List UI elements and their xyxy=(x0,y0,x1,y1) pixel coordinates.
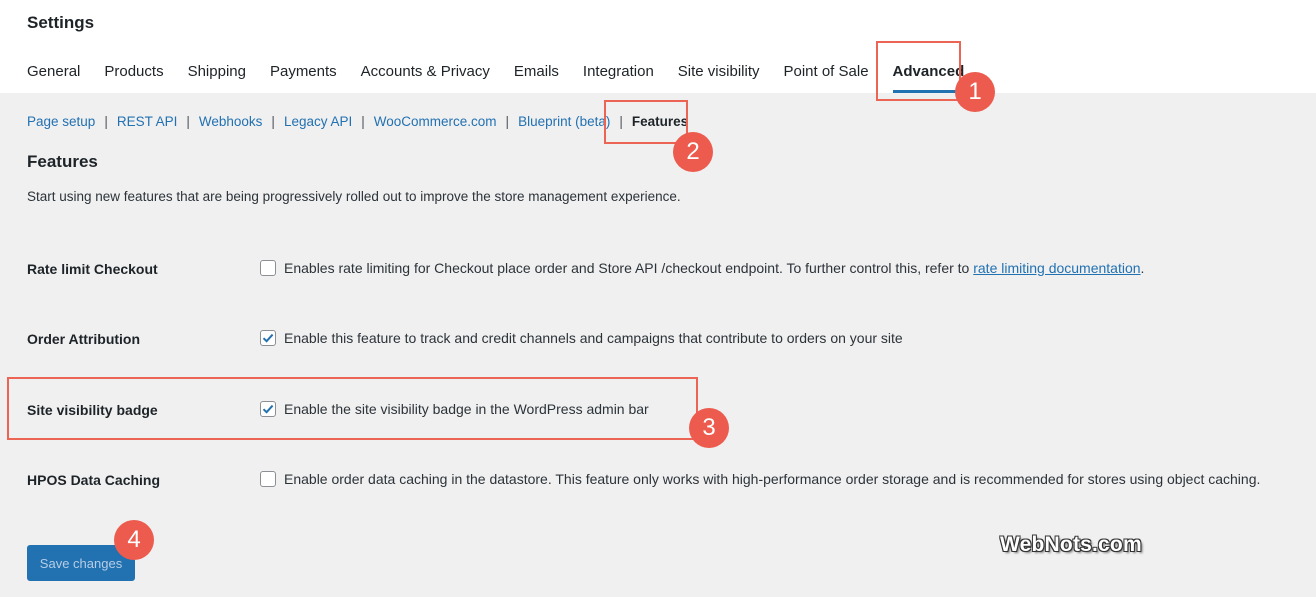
subnav-separator: | xyxy=(271,114,275,129)
tab-integration[interactable]: Integration xyxy=(583,62,654,92)
subnav-separator: | xyxy=(186,114,190,129)
tab-advanced[interactable]: Advanced xyxy=(892,62,964,93)
callout-badge-4: 4 xyxy=(114,520,154,560)
subnav-blueprint[interactable]: Blueprint (beta) xyxy=(518,114,610,129)
tab-emails[interactable]: Emails xyxy=(514,62,559,92)
advanced-subnav: Page setup | REST API | Webhooks | Legac… xyxy=(27,114,688,129)
feature-label-site-visibility-badge: Site visibility badge xyxy=(27,402,158,418)
order-attribution-description: Enable this feature to track and credit … xyxy=(284,330,903,346)
section-description: Start using new features that are being … xyxy=(27,189,681,204)
callout-badge-2: 2 xyxy=(673,132,713,172)
page-title: Settings xyxy=(27,13,95,32)
settings-header: Settings General Products Shipping Payme… xyxy=(0,0,1316,93)
feature-label-order-attribution: Order Attribution xyxy=(27,331,141,347)
site-visibility-badge-checkbox[interactable] xyxy=(260,401,276,417)
callout-badge-1: 1 xyxy=(955,72,995,112)
feature-field-site-visibility-badge: Enable the site visibility badge in the … xyxy=(260,401,649,417)
tab-point-of-sale[interactable]: Point of Sale xyxy=(783,62,868,92)
subnav-webhooks[interactable]: Webhooks xyxy=(199,114,263,129)
tab-accounts-privacy[interactable]: Accounts & Privacy xyxy=(361,62,490,92)
feature-field-hpos-caching: Enable order data caching in the datasto… xyxy=(260,471,1260,487)
subnav-rest-api[interactable]: REST API xyxy=(117,114,178,129)
rate-limit-checkbox[interactable] xyxy=(260,260,276,276)
subnav-separator: | xyxy=(104,114,108,129)
checkmark-icon xyxy=(262,404,274,414)
subnav-legacy-api[interactable]: Legacy API xyxy=(284,114,352,129)
subnav-features-current[interactable]: Features xyxy=(632,114,688,129)
rate-limit-description: Enables rate limiting for Checkout place… xyxy=(284,260,974,276)
tab-general[interactable]: General xyxy=(27,62,80,92)
subnav-separator: | xyxy=(505,114,510,129)
tab-products[interactable]: Products xyxy=(104,62,163,92)
order-attribution-checkbox[interactable] xyxy=(260,330,276,346)
hpos-caching-checkbox[interactable] xyxy=(260,471,276,487)
rate-limit-suffix: . xyxy=(1140,260,1145,276)
subnav-separator: | xyxy=(619,114,623,129)
feature-field-order-attribution: Enable this feature to track and credit … xyxy=(260,330,903,346)
callout-badge-3: 3 xyxy=(689,408,729,448)
checkmark-icon xyxy=(262,333,274,343)
tab-shipping[interactable]: Shipping xyxy=(188,62,246,92)
subnav-woocommerce-com[interactable]: WooCommerce.com xyxy=(374,114,497,129)
settings-tabs: General Products Shipping Payments Accou… xyxy=(27,62,964,93)
hpos-caching-description: Enable order data caching in the datasto… xyxy=(284,471,1261,487)
subnav-separator: | xyxy=(361,114,365,129)
tab-site-visibility[interactable]: Site visibility xyxy=(678,62,760,92)
feature-field-rate-limit: Enables rate limiting for Checkout place… xyxy=(260,260,1144,276)
webnots-watermark: WebNots.com xyxy=(1000,533,1142,556)
tab-payments[interactable]: Payments xyxy=(270,62,337,92)
feature-label-rate-limit: Rate limit Checkout xyxy=(27,261,158,277)
section-title: Features xyxy=(27,152,98,171)
feature-label-hpos-caching: HPOS Data Caching xyxy=(27,472,161,488)
subnav-page-setup[interactable]: Page setup xyxy=(27,114,95,129)
rate-limit-docs-link[interactable]: rate limiting documentation xyxy=(973,260,1140,276)
site-visibility-badge-description: Enable the site visibility badge in the … xyxy=(284,401,649,417)
